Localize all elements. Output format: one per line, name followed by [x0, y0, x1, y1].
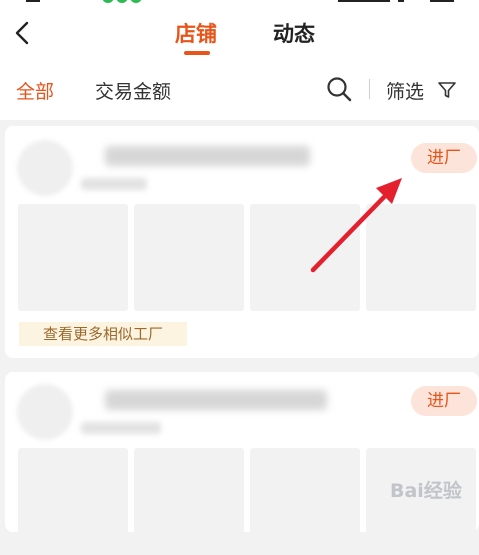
filter-all[interactable]: 全部 [16, 77, 54, 104]
status-bar [0, 0, 479, 4]
product-thumbnail[interactable] [134, 204, 244, 311]
tab-activity[interactable]: 动态 [273, 18, 315, 48]
status-dot [102, 0, 114, 3]
active-tab-indicator [184, 51, 210, 55]
product-thumbnail[interactable] [18, 448, 128, 555]
avatar [17, 140, 73, 196]
factory-card[interactable]: 进厂 查看更多相似工厂 [5, 126, 479, 358]
product-thumbnail[interactable] [250, 448, 360, 555]
avatar [17, 384, 73, 440]
status-dot [130, 0, 142, 3]
view-similar-factories-link[interactable]: 查看更多相似工厂 [19, 322, 187, 346]
funnel-icon[interactable] [437, 80, 457, 100]
baidu-jingyan-watermark: Bai经验 [390, 479, 463, 502]
filter-transaction-amount[interactable]: 交易金额 [95, 77, 171, 104]
enter-factory-button[interactable]: 进厂 [411, 386, 477, 416]
blurred-company-name [105, 390, 327, 410]
chevron-left-icon[interactable] [10, 18, 34, 48]
status-dot [116, 0, 128, 3]
product-thumbnail[interactable] [134, 448, 244, 555]
tab-shops[interactable]: 店铺 [175, 18, 217, 48]
product-thumbnail[interactable] [366, 204, 476, 311]
blurred-subtitle [81, 178, 147, 190]
top-bar: 店铺 动态 全部 交易金额 筛选 [0, 0, 479, 120]
signal-mark [338, 0, 390, 2]
status-mark [398, 0, 404, 2]
filter-label[interactable]: 筛选 [386, 77, 424, 104]
product-thumbnail[interactable] [250, 204, 360, 311]
blurred-company-name [105, 146, 310, 166]
status-mark [26, 0, 40, 2]
divider [369, 79, 370, 99]
watermark-text: Bai经验 [390, 479, 463, 502]
enter-factory-button[interactable]: 进厂 [411, 143, 477, 173]
blurred-subtitle [81, 422, 161, 434]
search-icon[interactable] [326, 76, 352, 102]
product-thumbnail[interactable] [18, 204, 128, 311]
battery-mark [430, 0, 454, 2]
